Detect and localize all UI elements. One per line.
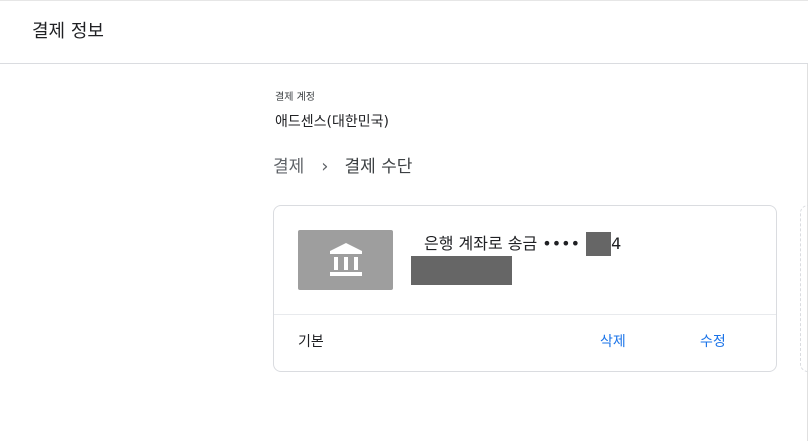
breadcrumb: 결제 › 결제 수단 bbox=[273, 156, 412, 178]
page-title: 결제 정보 bbox=[32, 21, 104, 42]
add-payment-method-card[interactable] bbox=[800, 205, 808, 372]
card-divider bbox=[274, 314, 776, 315]
top-bar: 결제 정보 bbox=[0, 0, 808, 64]
account-last-digit: 4 bbox=[611, 234, 622, 253]
delete-button[interactable]: 삭제 bbox=[600, 333, 626, 351]
billing-account-label: 결제 계정 bbox=[275, 92, 315, 103]
billing-account-value: 애드센스(대한민국) bbox=[275, 114, 389, 130]
bank-icon bbox=[330, 243, 362, 276]
breadcrumb-payments-link[interactable]: 결제 bbox=[273, 156, 304, 178]
breadcrumb-current: 결제 수단 bbox=[344, 157, 413, 177]
redacted-account-digits bbox=[586, 232, 612, 256]
bank-tile bbox=[298, 230, 393, 290]
default-status-label: 기본 bbox=[298, 334, 324, 350]
edit-button[interactable]: 수정 bbox=[700, 333, 726, 351]
redacted-account-details bbox=[411, 256, 512, 285]
payment-method-card: 은행 계좌로 송금 •••• 4 기본 삭제 수정 bbox=[273, 205, 777, 372]
chevron-right-icon: › bbox=[321, 156, 329, 177]
payment-method-name: 은행 계좌로 송금 •••• bbox=[424, 234, 581, 253]
payment-method-title: 은행 계좌로 송금 •••• 4 bbox=[424, 232, 621, 256]
